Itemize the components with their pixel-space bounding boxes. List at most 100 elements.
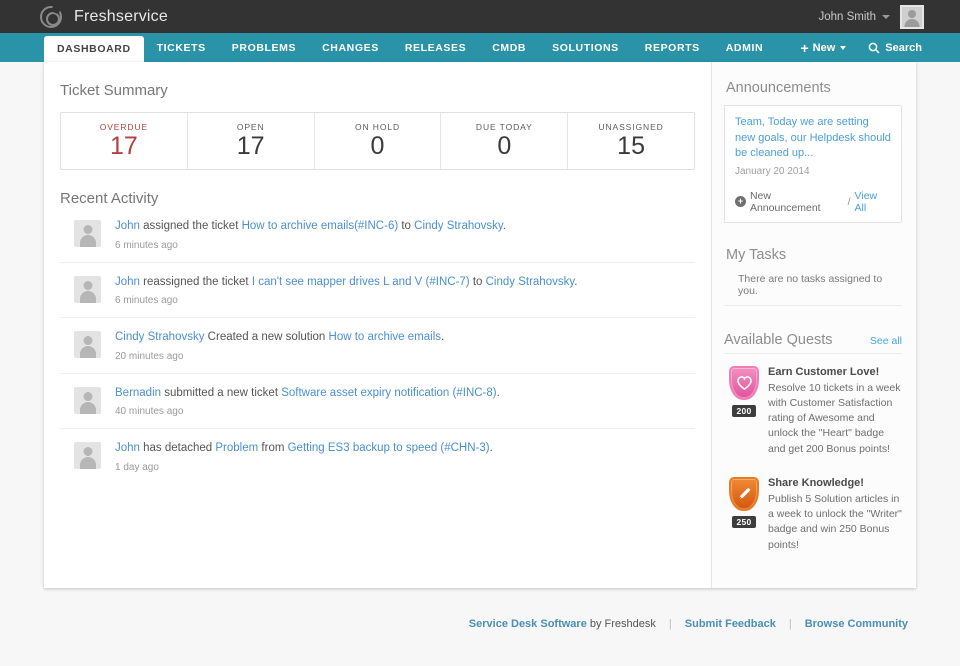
activity-text: John assigned the ticket How to archive … xyxy=(115,219,695,235)
activity-subject-link[interactable]: How to archive emails(#INC-6) xyxy=(242,220,399,232)
summary-card-label: OPEN xyxy=(237,122,265,132)
activity-text: Cindy Strahovsky Created a new solution … xyxy=(115,330,695,346)
announcement-date: January 20 2014 xyxy=(735,166,891,177)
tab-admin[interactable]: ADMIN xyxy=(713,33,776,62)
activity-body: John reassigned the ticket I can't see m… xyxy=(115,275,695,307)
my-tasks-section: My Tasks There are no tasks assigned to … xyxy=(724,247,902,306)
tab-reports[interactable]: REPORTS xyxy=(632,33,713,62)
recent-activity-list: John assigned the ticket How to archive … xyxy=(60,207,695,484)
summary-card-value: 0 xyxy=(497,133,511,160)
brand[interactable]: Freshservice xyxy=(40,6,168,28)
activity-text: John reassigned the ticket I can't see m… xyxy=(115,275,695,291)
new-button-label: New xyxy=(813,42,836,54)
activity-body: John assigned the ticket How to archive … xyxy=(115,219,695,251)
view-all-announcements-link[interactable]: View All xyxy=(855,190,891,214)
service-desk-software-link[interactable]: Service Desk Software xyxy=(469,618,587,630)
footer-divider: | xyxy=(789,618,792,630)
quest-text: Earn Customer Love! Resolve 10 tickets i… xyxy=(764,366,902,457)
quest-text: Share Knowledge! Publish 5 Solution arti… xyxy=(764,477,902,553)
activity-period: . xyxy=(574,276,577,288)
avatar xyxy=(74,387,101,414)
recent-activity-title: Recent Activity xyxy=(60,190,711,207)
ticket-summary-cards: OVERDUE 17 OPEN 17 ON HOLD 0 DUE TODAY 0… xyxy=(60,112,695,170)
circle-plus-icon: + xyxy=(735,196,746,207)
activity-text: Bernadin submitted a new ticket Software… xyxy=(115,386,695,402)
activity-subject-link[interactable]: How to archive emails xyxy=(329,331,441,343)
search-icon xyxy=(868,42,880,54)
announcement-card: Team, Today we are setting new goals, ou… xyxy=(724,105,902,223)
activity-actor-link[interactable]: John xyxy=(115,442,140,454)
activity-target-link[interactable]: Cindy Strahovsky xyxy=(486,276,575,288)
summary-card-open[interactable]: OPEN 17 xyxy=(187,113,314,169)
activity-period: . xyxy=(503,220,506,232)
list-item: John has detached Problem from Getting E… xyxy=(60,429,695,484)
avatar[interactable] xyxy=(900,5,924,29)
tab-tickets[interactable]: TICKETS xyxy=(144,33,219,62)
new-announcement-link[interactable]: New Announcement xyxy=(750,190,844,214)
tab-cmdb[interactable]: CMDB xyxy=(479,33,539,62)
activity-actor-link[interactable]: Bernadin xyxy=(115,387,161,399)
activity-target-link[interactable]: Getting ES3 backup to speed (#CHN-3) xyxy=(288,442,490,454)
heart-shield-badge-icon xyxy=(729,366,759,400)
activity-target-link[interactable]: Cindy Strahovsky xyxy=(414,220,503,232)
my-tasks-title: My Tasks xyxy=(726,247,902,263)
summary-card-on-hold[interactable]: ON HOLD 0 xyxy=(314,113,441,169)
activity-mid-text: reassigned the ticket xyxy=(140,276,252,288)
quest-badge: 200 xyxy=(724,366,764,457)
search-button-label: Search xyxy=(885,42,922,54)
available-quests-title: Available Quests xyxy=(724,332,833,348)
summary-card-label: UNASSIGNED xyxy=(598,122,663,132)
summary-card-value: 17 xyxy=(110,133,138,160)
quest-points: 200 xyxy=(732,405,755,417)
activity-body: Bernadin submitted a new ticket Software… xyxy=(115,386,695,418)
tab-dashboard[interactable]: DASHBOARD xyxy=(44,36,144,62)
quest-points: 250 xyxy=(732,516,755,528)
activity-mid-text: has detached xyxy=(140,442,215,454)
chevron-down-icon xyxy=(840,46,846,50)
announcement-text[interactable]: Team, Today we are setting new goals, ou… xyxy=(735,115,891,162)
activity-actor-link[interactable]: John xyxy=(115,276,140,288)
summary-card-due-today[interactable]: DUE TODAY 0 xyxy=(440,113,567,169)
activity-mid-text: submitted a new ticket xyxy=(161,387,281,399)
tab-solutions[interactable]: SOLUTIONS xyxy=(539,33,632,62)
summary-card-unassigned[interactable]: UNASSIGNED 15 xyxy=(567,113,694,169)
activity-period: . xyxy=(497,387,500,399)
main-navigation: DASHBOARD TICKETS PROBLEMS CHANGES RELEA… xyxy=(0,33,960,62)
quest-item-share-knowledge[interactable]: 250 Share Knowledge! Publish 5 Solution … xyxy=(724,477,902,553)
tab-problems[interactable]: PROBLEMS xyxy=(219,33,309,62)
avatar xyxy=(74,220,101,247)
top-bar: Freshservice John Smith xyxy=(0,0,960,33)
quest-item-earn-customer-love[interactable]: 200 Earn Customer Love! Resolve 10 ticke… xyxy=(724,366,902,457)
activity-timestamp: 20 minutes ago xyxy=(115,351,695,362)
tab-releases[interactable]: RELEASES xyxy=(392,33,479,62)
separator: / xyxy=(848,196,851,208)
tab-changes[interactable]: CHANGES xyxy=(309,33,392,62)
summary-card-overdue[interactable]: OVERDUE 17 xyxy=(61,113,187,169)
user-name[interactable]: John Smith xyxy=(818,11,876,23)
new-button[interactable]: + New xyxy=(800,41,846,55)
activity-subject-link[interactable]: Software asset expiry notification (#INC… xyxy=(281,387,496,399)
search-button[interactable]: Search xyxy=(868,42,922,54)
summary-card-label: DUE TODAY xyxy=(476,122,533,132)
quest-badge: 250 xyxy=(724,477,764,553)
summary-card-value: 0 xyxy=(371,133,385,160)
activity-subject-link[interactable]: Problem xyxy=(215,442,258,454)
announcements-title: Announcements xyxy=(726,80,902,96)
top-bar-right: John Smith xyxy=(818,5,924,29)
list-item: Bernadin submitted a new ticket Software… xyxy=(60,374,695,430)
browse-community-link[interactable]: Browse Community xyxy=(805,618,908,630)
activity-actor-link[interactable]: Cindy Strahovsky xyxy=(115,331,204,343)
brand-name: Freshservice xyxy=(74,8,168,26)
activity-mid-text: assigned the ticket xyxy=(140,220,242,232)
chevron-down-icon[interactable] xyxy=(882,15,890,19)
see-all-quests-link[interactable]: See all xyxy=(870,335,902,347)
activity-mid-text: Created a new solution xyxy=(204,331,328,343)
activity-body: John has detached Problem from Getting E… xyxy=(115,441,695,473)
submit-feedback-link[interactable]: Submit Feedback xyxy=(685,618,776,630)
dashboard-panel: Ticket Summary OVERDUE 17 OPEN 17 ON HOL… xyxy=(44,62,916,588)
activity-subject-link[interactable]: I can't see mapper drives L and V (#INC-… xyxy=(252,276,470,288)
summary-card-value: 15 xyxy=(617,133,645,160)
activity-actor-link[interactable]: John xyxy=(115,220,140,232)
nav-tabs: DASHBOARD TICKETS PROBLEMS CHANGES RELEA… xyxy=(44,33,776,62)
activity-text: John has detached Problem from Getting E… xyxy=(115,441,695,457)
